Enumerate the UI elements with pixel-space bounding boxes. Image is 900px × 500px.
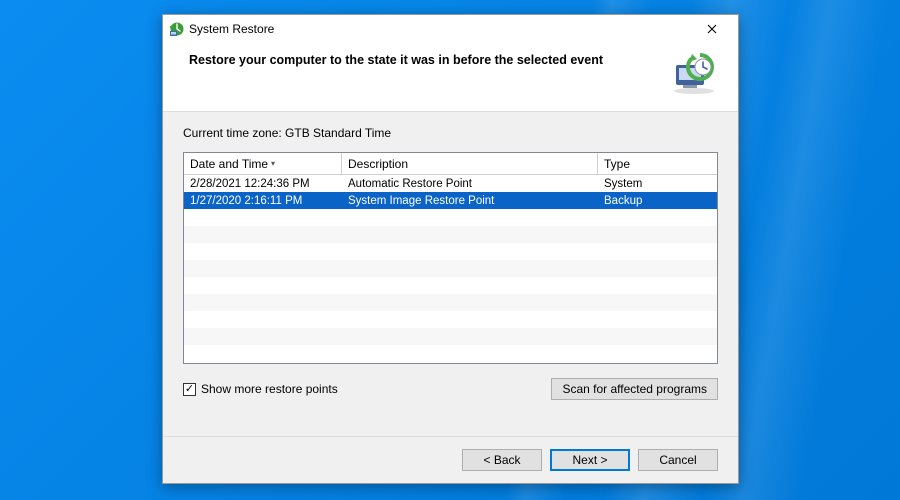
table-body: 2/28/2021 12:24:36 PMAutomatic Restore P… bbox=[184, 175, 717, 363]
cancel-button[interactable]: Cancel bbox=[638, 449, 718, 471]
show-more-checkbox[interactable]: ✓ Show more restore points bbox=[183, 382, 338, 396]
close-button[interactable] bbox=[692, 17, 732, 41]
wizard-body: Current time zone: GTB Standard Time Dat… bbox=[163, 112, 738, 436]
table-row[interactable]: 1/27/2020 2:16:11 PMSystem Image Restore… bbox=[184, 192, 717, 209]
restore-points-table: Date and Time ▾ Description Type 2/28/20… bbox=[183, 152, 718, 364]
restore-hero-icon bbox=[670, 51, 718, 95]
table-row-empty bbox=[184, 294, 717, 311]
cell-date-time: 2/28/2021 12:24:36 PM bbox=[184, 178, 342, 190]
cell-description: System Image Restore Point bbox=[342, 195, 598, 207]
table-row-empty bbox=[184, 226, 717, 243]
table-row-empty bbox=[184, 243, 717, 260]
table-row-empty bbox=[184, 345, 717, 362]
table-row[interactable]: 2/28/2021 12:24:36 PMAutomatic Restore P… bbox=[184, 175, 717, 192]
table-row-empty bbox=[184, 277, 717, 294]
column-type-label: Type bbox=[604, 157, 630, 171]
table-header: Date and Time ▾ Description Type bbox=[184, 153, 717, 175]
window-title: System Restore bbox=[189, 22, 274, 36]
table-row-empty bbox=[184, 260, 717, 277]
scan-affected-button[interactable]: Scan for affected programs bbox=[551, 378, 718, 400]
titlebar: System Restore bbox=[163, 15, 738, 43]
timezone-label: Current time zone: GTB Standard Time bbox=[183, 126, 718, 140]
cell-date-time: 1/27/2020 2:16:11 PM bbox=[184, 195, 342, 207]
column-type[interactable]: Type bbox=[598, 153, 717, 174]
wizard-footer: < Back Next > Cancel bbox=[163, 436, 738, 483]
column-date-time[interactable]: Date and Time ▾ bbox=[184, 153, 342, 174]
below-table-row: ✓ Show more restore points Scan for affe… bbox=[183, 378, 718, 400]
cell-description: Automatic Restore Point bbox=[342, 178, 598, 190]
back-button[interactable]: < Back bbox=[462, 449, 542, 471]
sort-descending-icon: ▾ bbox=[271, 159, 275, 168]
next-button[interactable]: Next > bbox=[550, 449, 630, 471]
table-row-empty bbox=[184, 328, 717, 345]
system-restore-window: System Restore Restore your computer to … bbox=[162, 14, 739, 484]
column-description-label: Description bbox=[348, 157, 408, 171]
wizard-heading: Restore your computer to the state it wa… bbox=[189, 51, 658, 67]
table-row-empty bbox=[184, 311, 717, 328]
column-date-time-label: Date and Time bbox=[190, 157, 268, 171]
table-row-empty bbox=[184, 209, 717, 226]
cell-type: Backup bbox=[598, 195, 717, 207]
checkbox-box: ✓ bbox=[183, 383, 196, 396]
column-description[interactable]: Description bbox=[342, 153, 598, 174]
cell-type: System bbox=[598, 178, 717, 190]
system-restore-icon bbox=[169, 21, 185, 37]
wizard-header: Restore your computer to the state it wa… bbox=[163, 43, 738, 112]
close-icon bbox=[707, 21, 717, 37]
show-more-label: Show more restore points bbox=[201, 382, 338, 396]
